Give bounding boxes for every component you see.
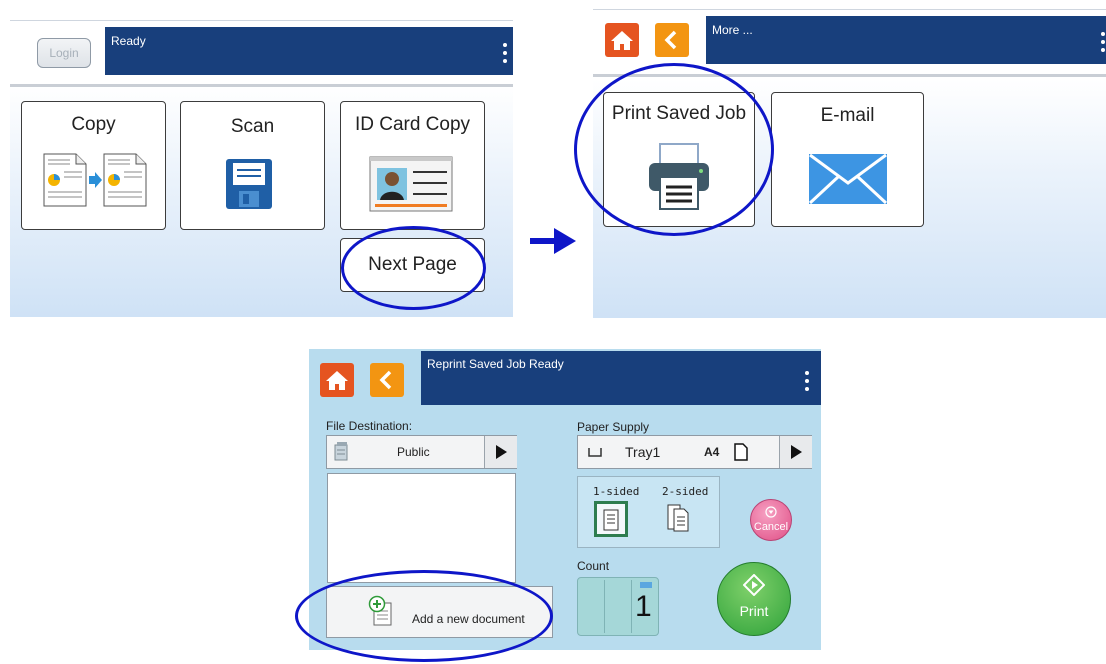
id-card-copy-tile[interactable]: ID Card Copy [340,101,485,230]
play-arrow-icon [791,445,802,459]
print-icon [743,574,765,596]
header-separator [10,84,513,87]
copy-tile[interactable]: Copy [21,101,166,230]
back-button[interactable] [655,23,689,57]
status-text: Ready [111,34,146,48]
portrait-page-icon [734,443,748,461]
more-icon[interactable] [1101,32,1105,52]
print-label: Print [739,603,769,619]
home-icon [611,31,633,50]
back-icon [664,30,677,50]
count-value: 1 [635,590,652,623]
home-button[interactable] [605,23,639,57]
print-button[interactable]: Print [717,562,791,636]
play-arrow-icon [496,445,507,459]
tray-value: Tray1 [625,444,661,460]
one-sided-icon [603,509,619,531]
tray-icon [588,448,602,457]
scan-label: Scan [230,116,275,137]
cancel-button[interactable]: Cancel [750,499,792,541]
email-tile[interactable]: E-mail [771,92,924,227]
count-divider [631,580,632,633]
one-sided-option[interactable] [594,501,628,537]
top-divider [10,20,513,21]
id-card-copy-label: ID Card Copy [354,114,471,135]
one-sided-label: 1-sided [593,485,640,498]
paper-supply-selector[interactable]: Tray1 A4 [577,435,812,469]
scan-icon [226,159,272,209]
more-icon[interactable] [503,43,507,63]
login-button[interactable]: Login [37,38,91,68]
count-divider [604,580,605,633]
highlight-ring-add-document [295,570,553,662]
count-field[interactable]: 1 [577,577,659,636]
two-sided-option[interactable] [666,503,690,533]
paper-size: A4 [704,445,720,459]
file-destination-label: File Destination: [326,419,413,433]
destination-next-button[interactable] [484,436,517,468]
email-icon [808,153,888,205]
back-icon [379,370,392,390]
keypad-icon [640,582,652,588]
folder-icon [334,442,348,461]
email-label: E-mail [820,105,875,126]
title-text: More ... [712,23,753,37]
top-divider [593,9,1106,10]
cancel-label: Cancel [753,521,789,533]
copy-label: Copy [71,114,116,135]
highlight-ring-next-page [341,226,486,310]
title-text: Reprint Saved Job Ready [427,357,564,371]
paper-supply-next-button[interactable] [779,436,812,468]
destination-value: Public [397,445,430,459]
destination-selector[interactable]: Public [326,435,517,469]
back-button[interactable] [370,363,404,397]
document-list[interactable] [327,473,516,583]
id-card-icon [369,156,453,212]
flow-arrow-icon [530,228,576,254]
scan-tile[interactable]: Scan [180,101,325,230]
count-label: Count [577,559,610,573]
title-bar: More ... [706,16,1106,64]
cancel-icon [765,506,777,518]
more-icon[interactable] [805,371,809,391]
sides-selector: 1-sided 2-sided [577,476,720,548]
two-sided-icon [667,504,689,532]
status-bar: Ready [105,27,513,75]
highlight-ring-print-saved-job [574,63,774,236]
home-button[interactable] [320,363,354,397]
title-bar: Reprint Saved Job Ready [421,351,821,405]
copy-icon [43,153,147,207]
paper-supply-label: Paper Supply [577,420,650,434]
home-icon [326,371,348,390]
two-sided-label: 2-sided [662,485,709,498]
